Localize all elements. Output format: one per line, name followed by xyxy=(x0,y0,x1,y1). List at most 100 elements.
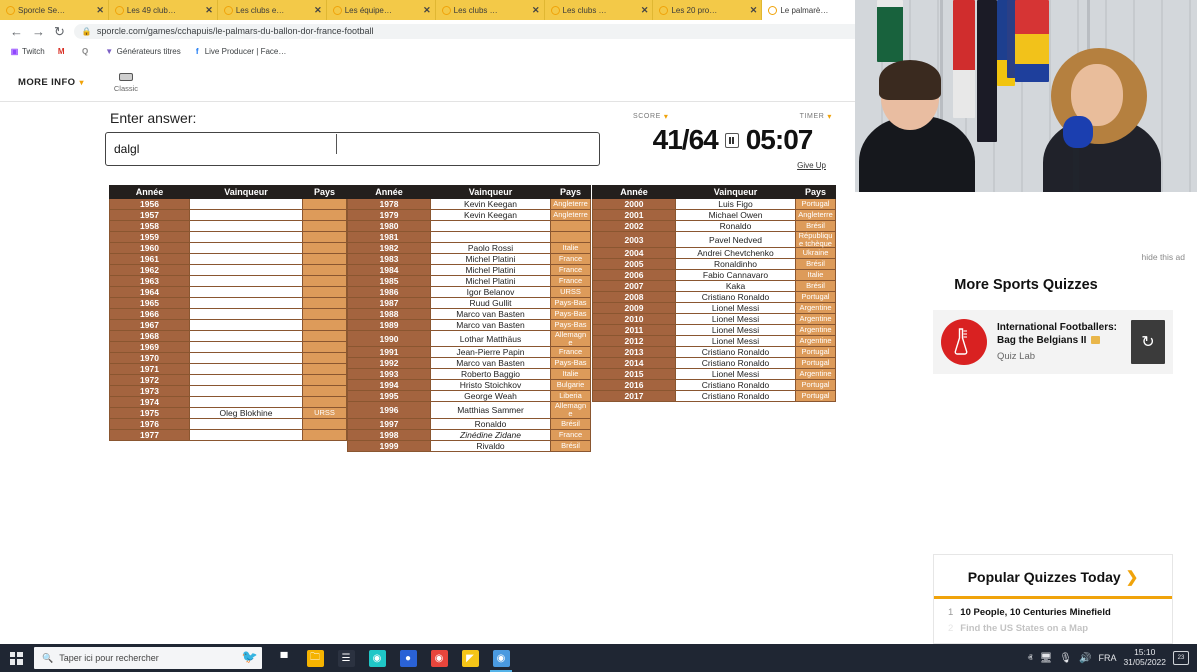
tab-title: Les clubs e… xyxy=(235,5,285,15)
ad-subtitle: Quiz Lab xyxy=(997,350,1036,362)
cell-country: France xyxy=(550,275,591,287)
taskbar-notepad-icon[interactable]: ◤ xyxy=(456,644,484,672)
cell-country xyxy=(302,341,347,353)
taskbar-mail-icon[interactable]: ☰ xyxy=(332,644,360,672)
timer-value: 05:07 xyxy=(745,124,814,155)
cell-year: 2002 xyxy=(592,220,676,232)
bookmark-3[interactable]: ▼ Générateurs titres xyxy=(105,47,181,56)
cell-country: France xyxy=(550,428,591,441)
browser-tab-1[interactable]: Les 49 club… ✕ xyxy=(109,0,218,20)
cell-country xyxy=(550,220,591,232)
microphone-icon[interactable]: 🎙 xyxy=(1059,653,1072,664)
score-header[interactable]: SCORE ▾ xyxy=(633,112,669,121)
cell-year: 2009 xyxy=(592,302,676,315)
close-icon[interactable]: ✕ xyxy=(314,5,322,16)
cell-country: République tchèque xyxy=(795,230,836,249)
clock-date: 31/05/2022 xyxy=(1123,657,1166,667)
hide-this-ad-link[interactable]: hide this ad xyxy=(1142,252,1185,262)
column-header-pays: Pays xyxy=(795,185,836,199)
column-header-vainqueur: Vainqueur xyxy=(675,185,796,199)
address-bar[interactable]: 🔒 sporcle.com/games/cchapuis/le-palmars-… xyxy=(73,23,894,39)
cell-winner: Lionel Messi xyxy=(675,313,796,326)
back-button[interactable]: ← xyxy=(10,25,23,38)
cell-year: 2000 xyxy=(592,198,676,210)
network-icon[interactable]: 🖥 xyxy=(1040,653,1053,664)
cell-winner: Ronaldo xyxy=(430,417,551,430)
browser-tab-4[interactable]: Les clubs … ✕ xyxy=(436,0,545,20)
cell-winner: Andrei Chevtchenko xyxy=(675,247,796,260)
cell-winner: Lionel Messi xyxy=(675,324,796,337)
facebook-icon: f xyxy=(195,46,199,56)
browser-tab-3[interactable]: Les équipe… ✕ xyxy=(327,0,436,20)
taskbar-file-explorer-icon[interactable]: 🗀 xyxy=(301,644,329,672)
cell-winner xyxy=(189,319,303,331)
table-row: 2006 Fabio Cannavaro Italie xyxy=(592,269,836,282)
answer-input[interactable] xyxy=(105,132,600,166)
popular-quizzes-header[interactable]: Popular Quizzes Today ❯ xyxy=(934,555,1172,599)
close-icon[interactable]: ✕ xyxy=(423,5,431,16)
table-row: 1975 Oleg Blokhine URSS xyxy=(109,407,347,419)
browser-tab-6[interactable]: Les 20 pro… ✕ xyxy=(653,0,763,20)
pause-icon[interactable] xyxy=(724,132,739,148)
cell-year: 1983 xyxy=(347,253,431,265)
browser-tab-5[interactable]: Les clubs … ✕ xyxy=(545,0,654,20)
cell-country: Brésil xyxy=(795,280,836,293)
close-icon[interactable]: ✕ xyxy=(205,5,213,16)
cell-country xyxy=(302,275,347,287)
reload-button[interactable]: ↻ xyxy=(54,25,65,38)
close-icon[interactable]: ✕ xyxy=(641,5,649,16)
browser-tab-2[interactable]: Les clubs e… ✕ xyxy=(218,0,327,20)
cell-country: Italie xyxy=(550,368,591,381)
cell-winner: Lothar Matthäus xyxy=(430,329,551,348)
ad-card[interactable]: International Footballers: Bag the Belgi… xyxy=(933,310,1173,374)
bookmark-2[interactable]: Q xyxy=(81,47,93,56)
taskbar-obs-icon[interactable]: ● xyxy=(394,644,422,672)
quiz-lab-logo-icon xyxy=(941,319,987,365)
taskbar-search-box[interactable]: 🔍 Taper ici pour rechercher 🐦 xyxy=(34,647,262,669)
refresh-ad-button[interactable]: ↻ xyxy=(1131,320,1165,364)
timer-header[interactable]: TIMER ▾ xyxy=(800,112,832,121)
bookmark-4[interactable]: f Live Producer | Face… xyxy=(193,47,287,56)
vimeo-icon: ▼ xyxy=(105,46,114,56)
cell-year: 1963 xyxy=(109,275,190,287)
close-icon[interactable]: ✕ xyxy=(532,5,540,16)
table-row: 2017 Cristiano Ronaldo Portugal xyxy=(592,390,836,403)
more-info-button[interactable]: MORE INFO ▾ xyxy=(18,77,84,88)
browser-tab-0[interactable]: Sporcle Se… ✕ xyxy=(0,0,109,20)
mode-classic[interactable]: Classic xyxy=(114,72,138,93)
notepad-icon: ◤ xyxy=(461,649,479,667)
give-up-link[interactable]: Give Up xyxy=(797,161,826,170)
taskbar-clock[interactable]: 15:10 31/05/2022 xyxy=(1123,648,1166,667)
taskbar-chrome-icon[interactable]: ◉ xyxy=(425,644,453,672)
action-center-icon[interactable]: 23 xyxy=(1173,651,1189,665)
table-row: 1982 Paolo Rossi Italie xyxy=(347,242,591,254)
cell-winner xyxy=(189,297,303,309)
language-indicator[interactable]: FRA xyxy=(1098,653,1116,663)
table-row: 1983 Michel Platini France xyxy=(347,253,591,265)
bookmark-1[interactable]: M xyxy=(57,47,69,56)
close-icon[interactable]: ✕ xyxy=(750,5,758,16)
taskbar-task-view-icon[interactable]: ▀ xyxy=(270,644,298,672)
scarf-red xyxy=(953,0,975,118)
cell-year: 1961 xyxy=(109,253,190,265)
cell-year: 1969 xyxy=(109,341,190,353)
popular-quiz-item-0[interactable]: 1 10 People, 10 Centuries Minefield xyxy=(934,599,1172,618)
bookmark-0[interactable]: ▣ Twitch xyxy=(10,47,45,56)
taskbar-chrome-active-icon[interactable]: ◉ xyxy=(487,644,515,672)
cell-winner xyxy=(189,330,303,342)
cell-year: 1986 xyxy=(347,286,431,298)
taskbar-teamspeak-icon[interactable]: ◉ xyxy=(363,644,391,672)
chevron-down-icon: ▾ xyxy=(827,112,832,121)
task-view-icon: ▀ xyxy=(275,649,293,667)
volume-icon[interactable]: 🔊 xyxy=(1079,653,1091,664)
cell-year: 1976 xyxy=(109,418,190,430)
cell-winner: Zinédine Zidane xyxy=(430,428,551,441)
bookmark-label: Twitch xyxy=(22,46,45,56)
cell-country: France xyxy=(550,346,591,359)
forward-button[interactable]: → xyxy=(32,25,45,38)
tray-expand-icon[interactable]: ⱏ xyxy=(1028,653,1033,664)
close-icon[interactable]: ✕ xyxy=(96,5,104,16)
start-button[interactable] xyxy=(0,644,32,672)
lock-icon: 🔒 xyxy=(81,26,92,36)
popular-quiz-item-1[interactable]: 2 Find the US States on a Map xyxy=(934,618,1172,634)
